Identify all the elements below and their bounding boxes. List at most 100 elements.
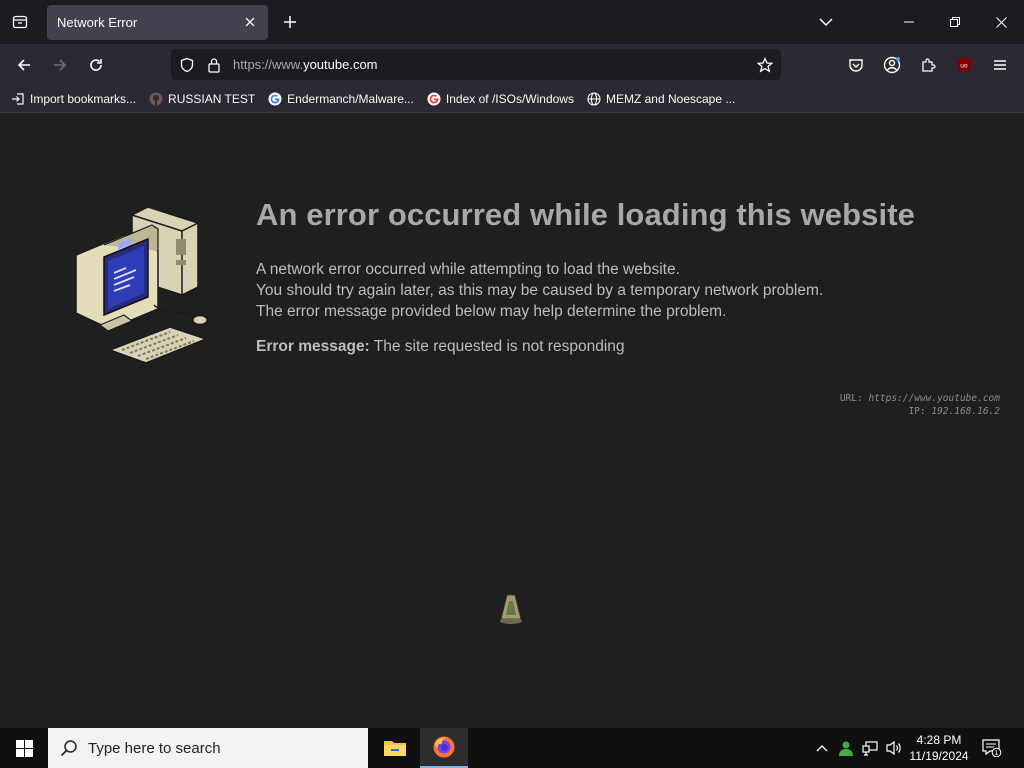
close-icon	[245, 17, 255, 27]
bookmark-endermanch-malware[interactable]: Endermanch/Malware...	[267, 91, 414, 107]
page-title: An error occurred while loading this web…	[256, 197, 915, 232]
error-message: Error message: The site requested is not…	[256, 338, 625, 356]
error-message-label: Error message:	[256, 338, 370, 355]
taskbar-clock[interactable]: 4:28 PM 11/19/2024	[902, 732, 976, 764]
restore-button[interactable]	[932, 0, 978, 44]
speaker-icon	[886, 740, 901, 756]
restore-icon	[950, 17, 960, 27]
import-icon	[10, 91, 26, 107]
pocket-button[interactable]	[842, 51, 870, 79]
back-arrow-icon	[17, 59, 30, 71]
taskbar-file-explorer[interactable]	[371, 728, 419, 768]
bookmark-star-icon[interactable]	[755, 55, 775, 75]
user-tray-icon[interactable]	[836, 738, 856, 758]
bookmark-index-isos-windows[interactable]: Index of /ISOs/Windows	[426, 91, 574, 107]
error-line: A network error occurred while attemptin…	[256, 261, 680, 278]
tracking-protection-icon[interactable]	[177, 55, 197, 75]
firefox-view-button[interactable]	[0, 0, 40, 44]
back-button[interactable]	[10, 51, 38, 79]
network-icon	[862, 741, 878, 756]
tab-strip: Network Error	[0, 0, 1024, 44]
error-message-text: The site requested is not responding	[369, 338, 625, 355]
volume-tray-icon[interactable]	[884, 738, 904, 758]
close-window-button[interactable]	[978, 0, 1024, 44]
taskbar-search-box[interactable]: Type here to search	[48, 728, 368, 768]
folder-icon	[384, 741, 406, 756]
hamburger-menu-icon	[994, 60, 1006, 70]
search-icon	[60, 740, 77, 757]
busy-cursor-icon	[500, 594, 522, 624]
clock-time: 4:28 PM	[916, 733, 962, 747]
error-description: A network error occurred while attemptin…	[256, 259, 823, 322]
start-button[interactable]	[0, 728, 48, 768]
meta-ip-label: IP:	[908, 406, 932, 417]
search-placeholder: Type here to search	[88, 739, 221, 757]
tab-title: Network Error	[57, 15, 138, 30]
taskbar-firefox[interactable]	[420, 728, 468, 768]
meta-url-label: URL:	[839, 393, 869, 404]
show-hidden-icons-button[interactable]	[812, 738, 832, 758]
chevron-up-icon	[816, 745, 828, 752]
windows-logo-icon	[15, 739, 33, 757]
bookmark-label: Index of /ISOs/Windows	[445, 91, 574, 106]
url-prefix: https://www.	[233, 57, 304, 72]
tab-close-button[interactable]	[242, 14, 258, 30]
meta-ip-value: 192.168.16.2	[931, 406, 1000, 417]
network-tray-icon[interactable]	[860, 738, 880, 758]
firefox-view-icon	[12, 15, 28, 29]
list-all-tabs-button[interactable]	[814, 11, 838, 33]
close-window-icon	[995, 16, 1007, 28]
google-icon	[267, 91, 283, 107]
bookmark-label: Endermanch/Malware...	[287, 91, 414, 106]
firefox-icon	[433, 736, 455, 758]
bookmark-import[interactable]: Import bookmarks...	[10, 91, 136, 107]
plus-icon	[284, 16, 296, 28]
app-menu-button[interactable]	[986, 51, 1014, 79]
url-text: https://www.youtube.com	[233, 57, 378, 72]
ublock-shield-icon: uo	[957, 57, 971, 73]
bookmark-russian-test[interactable]: RUSSIAN TEST	[148, 91, 255, 107]
account-button[interactable]	[878, 51, 906, 79]
notification-count: 1	[994, 749, 998, 757]
bookmark-label: RUSSIAN TEST	[168, 91, 256, 106]
lock-icon[interactable]	[204, 55, 224, 75]
chevron-down-icon	[819, 18, 833, 27]
minimize-button[interactable]	[886, 0, 932, 44]
url-domain: youtube.com	[303, 57, 378, 72]
request-metadata: URL: https://www.youtube.com IP: 192.168…	[840, 392, 1000, 418]
meta-ip-row: IP: 192.168.16.2	[840, 405, 1000, 418]
notification-icon: 1	[982, 739, 1002, 757]
action-center-button[interactable]: 1	[982, 738, 1002, 758]
ublock-origin-button[interactable]: uo	[950, 51, 978, 79]
meta-url-value: https://www.youtube.com	[868, 393, 1000, 404]
forward-button[interactable]	[46, 51, 74, 79]
forward-arrow-icon	[54, 59, 67, 71]
user-icon	[839, 741, 853, 756]
bookmark-label: Import bookmarks...	[30, 91, 137, 106]
window-controls	[886, 0, 1024, 44]
navigation-toolbar: https://www.youtube.com uo	[0, 44, 1024, 85]
bookmark-label: MEMZ and Noescape ...	[605, 91, 736, 106]
minimize-icon	[904, 21, 914, 23]
taskbar: Type here to search 1 4:28 PM 11/19/2024	[0, 728, 1024, 768]
error-line: The error message provided below may hel…	[256, 303, 727, 320]
bookmark-memz-noescape[interactable]: MEMZ and Noescape ...	[586, 91, 735, 107]
tab-network-error[interactable]: Network Error	[47, 5, 268, 40]
clock-date: 11/19/2024	[909, 749, 969, 763]
bookmarks-toolbar: Import bookmarks... RUSSIAN TEST Enderma…	[0, 85, 1024, 113]
meta-url-row: URL: https://www.youtube.com	[840, 392, 1000, 405]
new-tab-button[interactable]	[279, 11, 301, 33]
reload-icon	[90, 59, 102, 71]
pocket-icon	[849, 59, 863, 72]
error-line: You should try again later, as this may …	[256, 282, 824, 299]
account-icon	[883, 56, 901, 74]
google-icon	[426, 91, 442, 107]
address-bar[interactable]: https://www.youtube.com	[171, 49, 781, 80]
reload-button[interactable]	[82, 51, 110, 79]
puzzle-icon	[922, 58, 936, 72]
extensions-button[interactable]	[914, 51, 942, 79]
page-content: An error occurred while loading this web…	[0, 113, 1024, 728]
github-icon	[148, 91, 164, 107]
computer-illustration	[75, 206, 209, 364]
ublock-badge: uo	[960, 63, 968, 70]
